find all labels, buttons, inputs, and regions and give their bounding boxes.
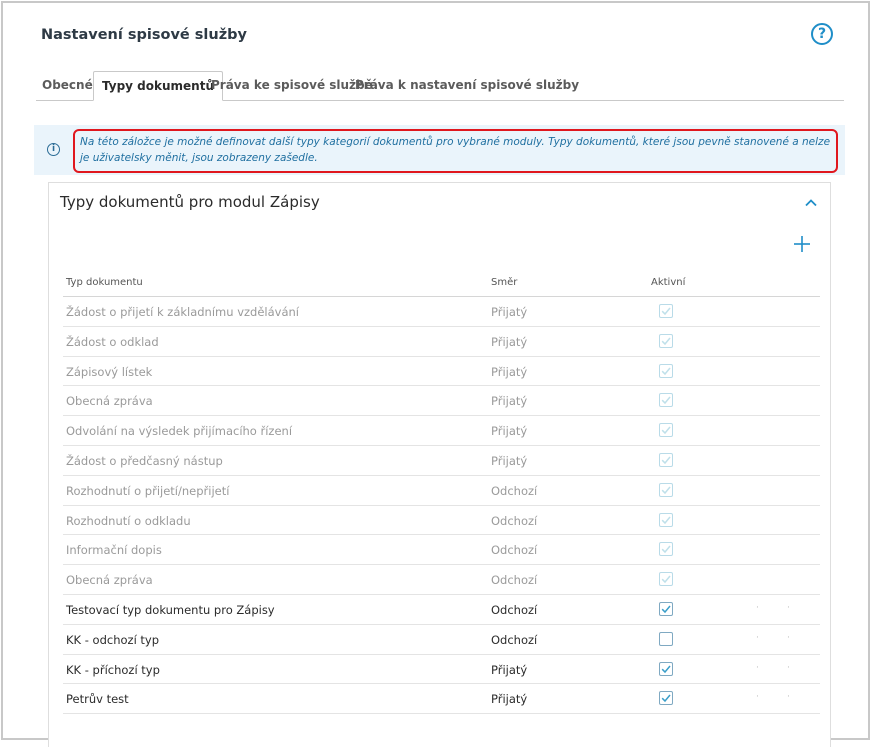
active-checkbox [659,423,673,438]
tab-obecne[interactable]: Obecné [42,71,93,101]
header-active: Aktivní [651,277,686,288]
row-type: Rozhodnutí o odkladu [66,513,191,528]
panel-title: Typy dokumentů pro modul Zápisy [60,193,320,211]
document-types-table: Typ dokumentu Směr Aktivní Žádost o přij… [63,271,820,715]
row-direction: Přijatý [491,692,528,707]
delete-icon[interactable]: · [787,692,790,702]
check-icon [661,307,671,316]
table-row: Žádost o předčasný nástup Přijatý [63,446,820,476]
check-icon [661,367,671,375]
info-banner: i Na této záložce je možné definovat dal… [34,125,845,175]
tab-bar: Obecné Typy dokumentů Práva ke spisové s… [36,71,844,101]
row-type: Obecná zpráva [66,573,153,588]
check-icon [661,337,671,345]
header-direction: Směr [491,277,518,288]
active-checkbox [659,304,673,318]
check-icon [661,665,671,673]
page-title: Nastavení spisové služby [41,27,247,43]
info-icon: i [47,143,60,156]
row-direction: Přijatý [491,453,528,468]
row-direction: Přijatý [491,662,528,677]
row-direction: Odchozí [491,602,538,617]
help-icon[interactable]: ? [811,23,833,45]
row-type: Testovací typ dokumentu pro Zápisy [66,602,275,617]
tab-prava-k-nastaveni[interactable]: Práva k nastavení spisové služby [355,71,579,101]
row-direction: Přijatý [491,424,528,439]
row-type: Žádost o odklad [66,334,159,349]
check-icon [661,516,671,524]
add-icon[interactable] [792,234,812,254]
check-icon [661,426,671,435]
row-direction: Přijatý [491,394,528,409]
table-row[interactable]: KK - odchozí typ Odchozí · · [63,625,820,655]
row-type: Žádost o přijetí k základnímu vzdělávání [66,305,299,319]
active-checkbox [659,363,673,378]
active-checkbox[interactable] [659,631,673,646]
delete-icon[interactable]: · [787,603,790,613]
table-row: Zápisový lístek Přijatý [63,357,820,387]
chevron-up-icon[interactable] [805,197,817,209]
row-direction: Přijatý [491,334,528,349]
table-row: Obecná zpráva Odchozí [63,565,820,595]
settings-window: Nastavení spisové služby ? Obecné Typy d… [1,1,870,747]
table-row[interactable]: KK - příchozí typ Přijatý · · [63,655,820,685]
row-direction: Přijatý [491,364,528,379]
table-body: Žádost o přijetí k základnímu vzdělávání… [63,297,820,715]
row-type: KK - odchozí typ [66,632,160,647]
table-row: Informační dopis Odchozí [63,535,820,566]
active-checkbox [659,542,673,557]
row-type: Zápisový lístek [66,364,153,379]
row-direction: Odchozí [491,543,538,558]
row-type: Informační dopis [66,543,162,558]
table-row[interactable]: Petrův test Přijatý · · [63,684,820,715]
edit-icon[interactable]: · [756,663,759,673]
table-row: Odvolání na výsledek přijímacího řízení P… [63,416,820,446]
check-icon [661,605,671,614]
header-type: Typ dokumentu [66,277,143,288]
active-checkbox [659,572,673,587]
row-type: KK - příchozí typ [66,662,160,677]
active-checkbox [659,482,673,497]
row-type: Rozhodnutí o přijetí/nepřijetí [66,483,230,498]
check-icon [661,396,671,405]
row-type: Petrův test [66,692,129,707]
tab-prava-ke-spisove-sluzbe[interactable]: Práva ke spisové službě [211,71,373,101]
check-icon [661,456,671,465]
active-checkbox [659,452,673,467]
check-icon [661,545,671,554]
check-icon [661,694,671,703]
table-row[interactable]: Testovací typ dokumentu pro Zápisy Odchoz… [63,595,820,625]
edit-icon[interactable]: · [756,603,759,613]
active-checkbox[interactable] [659,601,673,616]
row-direction: Přijatý [491,305,528,319]
table-row: Žádost o odklad Přijatý [63,327,820,357]
edit-icon[interactable]: · [756,692,759,702]
active-checkbox [659,393,673,408]
active-checkbox[interactable] [659,691,673,706]
check-icon [661,575,671,584]
table-row: Rozhodnutí o přijetí/nepřijetí Odchozí [63,476,820,506]
row-direction: Odchozí [491,513,538,528]
table-row: Žádost o přijetí k základnímu vzdělávání… [63,297,820,327]
tab-typy-dokumentu[interactable]: Typy dokumentů [93,71,223,101]
delete-icon[interactable]: · [787,633,790,643]
delete-icon[interactable]: · [787,663,790,673]
row-direction: Odchozí [491,573,538,588]
active-checkbox [659,333,673,348]
row-direction: Odchozí [491,632,538,647]
info-text: Na této záložce je možné definovat další… [73,129,838,173]
table-header: Typ dokumentu Směr Aktivní [63,271,820,297]
active-checkbox [659,512,673,527]
table-row: Rozhodnutí o odkladu Odchozí [63,506,820,536]
check-icon [661,486,671,494]
row-type: Obecná zpráva [66,394,153,409]
row-direction: Odchozí [491,483,538,498]
edit-icon[interactable]: · [756,633,759,643]
module-panel: Typy dokumentů pro modul Zápisy Typ doku… [48,182,831,747]
table-row: Obecná zpráva Přijatý [63,386,820,417]
active-checkbox[interactable] [659,661,673,676]
row-type: Žádost o předčasný nástup [66,453,223,468]
row-type: Odvolání na výsledek přijímacího řízení [66,424,293,439]
